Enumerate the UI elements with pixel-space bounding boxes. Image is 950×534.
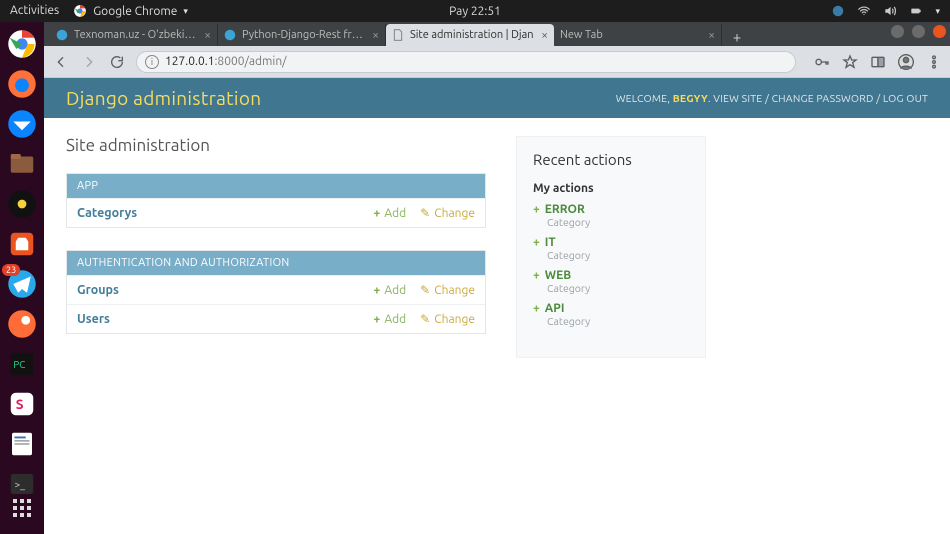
recent-action-type: Category <box>533 315 689 327</box>
svg-text:S: S <box>16 396 24 412</box>
dock-telegram[interactable]: 23 <box>4 266 40 302</box>
logout-link[interactable]: LOG OUT <box>883 92 928 104</box>
recent-action-type: Category <box>533 249 689 261</box>
change-password-link[interactable]: CHANGE PASSWORD <box>772 92 874 104</box>
view-site-link[interactable]: VIEW SITE <box>713 92 762 104</box>
dock-software[interactable] <box>4 226 40 262</box>
dock-chrome[interactable] <box>4 26 40 62</box>
address-bar[interactable]: i 127.0.0.1:8000/admin/ <box>136 51 796 73</box>
model-row-users: Users Add Change <box>67 304 485 333</box>
system-menu-icon[interactable]: ▾ <box>935 6 940 17</box>
change-link[interactable]: Change <box>420 283 475 297</box>
username: BEGYY <box>673 92 708 104</box>
dock-thunderbird[interactable] <box>4 106 40 142</box>
module-app: APP Categorys Add Change <box>66 173 486 228</box>
star-icon[interactable] <box>842 54 858 70</box>
svg-text:PC: PC <box>13 359 25 370</box>
show-applications-button[interactable] <box>4 490 40 526</box>
globe-icon <box>56 29 68 41</box>
recent-action-type: Category <box>533 216 689 228</box>
recent-actions-panel: Recent actions My actions ERROR Category… <box>516 136 706 358</box>
window-controls <box>891 25 946 38</box>
maximize-button[interactable] <box>912 25 925 38</box>
active-app-indicator[interactable]: Google Chrome ▾ <box>73 4 188 18</box>
dock-rhythmbox[interactable] <box>4 186 40 222</box>
model-link[interactable]: Groups <box>77 283 360 297</box>
url-text: 127.0.0.1:8000/admin/ <box>165 55 287 68</box>
my-actions-heading: My actions <box>533 182 689 195</box>
reload-button[interactable] <box>108 53 126 71</box>
globe-icon <box>224 29 236 41</box>
model-link[interactable]: Categorys <box>77 206 360 220</box>
tab-strip: Texnoman.uz - O'zbekistc × Python-Django… <box>44 22 950 46</box>
dock-postman[interactable] <box>4 306 40 342</box>
forward-button[interactable] <box>80 53 98 71</box>
dock-text-editor[interactable] <box>4 426 40 462</box>
module-caption[interactable]: AUTHENTICATION AND AUTHORIZATION <box>67 251 485 275</box>
close-icon[interactable]: × <box>372 29 379 42</box>
clock[interactable]: Pay 22:51 <box>449 5 501 18</box>
telegram-badge: 23 <box>2 264 20 276</box>
model-row-categorys: Categorys Add Change <box>67 198 485 227</box>
browser-toolbar: i 127.0.0.1:8000/admin/ <box>44 46 950 78</box>
brand-title[interactable]: Django administration <box>66 87 261 109</box>
dock-firefox[interactable] <box>4 66 40 102</box>
battery-icon[interactable] <box>909 4 923 18</box>
tab-1[interactable]: Python-Django-Rest fram × <box>218 24 386 46</box>
dock-slack[interactable]: S <box>4 386 40 422</box>
key-icon[interactable] <box>814 54 830 70</box>
recent-action-item: API Category <box>533 302 689 327</box>
recent-action-item: ERROR Category <box>533 203 689 228</box>
page-title: Site administration <box>66 136 486 155</box>
model-row-groups: Groups Add Change <box>67 275 485 304</box>
page-body: Django administration WELCOME, BEGYY. VI… <box>44 78 950 534</box>
activities-button[interactable]: Activities <box>10 4 59 18</box>
dock-pycharm[interactable]: PC <box>4 346 40 382</box>
translate-icon[interactable] <box>870 54 886 70</box>
recent-action-type: Category <box>533 282 689 294</box>
tab-3[interactable]: New Tab × <box>554 24 722 46</box>
browser-window: Texnoman.uz - O'zbekistc × Python-Django… <box>44 22 950 534</box>
back-button[interactable] <box>52 53 70 71</box>
recent-heading: Recent actions <box>533 151 689 168</box>
os-top-bar: Activities Google Chrome ▾ Pay 22:51 ▾ <box>0 0 950 22</box>
add-link[interactable]: Add <box>374 207 407 220</box>
module-caption[interactable]: APP <box>67 174 485 198</box>
new-tab-button[interactable]: + <box>726 26 748 46</box>
tab-0[interactable]: Texnoman.uz - O'zbekistc × <box>50 24 218 46</box>
django-header: Django administration WELCOME, BEGYY. VI… <box>44 78 950 118</box>
close-icon[interactable]: × <box>541 29 548 42</box>
file-icon <box>392 29 404 41</box>
menu-icon[interactable] <box>926 54 942 70</box>
recent-action-link[interactable]: IT <box>533 236 689 249</box>
minimize-button[interactable] <box>891 25 904 38</box>
recent-action-item: WEB Category <box>533 269 689 294</box>
module-auth: AUTHENTICATION AND AUTHORIZATION Groups … <box>66 250 486 334</box>
svg-text:>_: >_ <box>15 479 26 490</box>
recent-action-link[interactable]: API <box>533 302 689 315</box>
close-window-button[interactable] <box>933 25 946 38</box>
recent-action-item: IT Category <box>533 236 689 261</box>
recent-action-link[interactable]: WEB <box>533 269 689 282</box>
recent-action-link[interactable]: ERROR <box>533 203 689 216</box>
change-link[interactable]: Change <box>420 312 475 326</box>
dock: 23 PC S >_ <box>0 22 44 534</box>
change-link[interactable]: Change <box>420 206 475 220</box>
status-icon[interactable] <box>831 4 845 18</box>
user-tools: WELCOME, BEGYY. VIEW SITE / CHANGE PASSW… <box>616 92 928 104</box>
site-info-icon[interactable]: i <box>145 55 159 69</box>
model-link[interactable]: Users <box>77 312 360 326</box>
volume-icon[interactable] <box>883 4 897 18</box>
close-icon[interactable]: × <box>708 29 715 42</box>
add-link[interactable]: Add <box>374 284 407 297</box>
wifi-icon[interactable] <box>857 4 871 18</box>
dock-files[interactable] <box>4 146 40 182</box>
chrome-icon <box>73 4 87 18</box>
close-icon[interactable]: × <box>204 29 211 42</box>
add-link[interactable]: Add <box>374 313 407 326</box>
profile-avatar-icon[interactable] <box>898 54 914 70</box>
tab-2[interactable]: Site administration | Djan × <box>386 24 554 46</box>
